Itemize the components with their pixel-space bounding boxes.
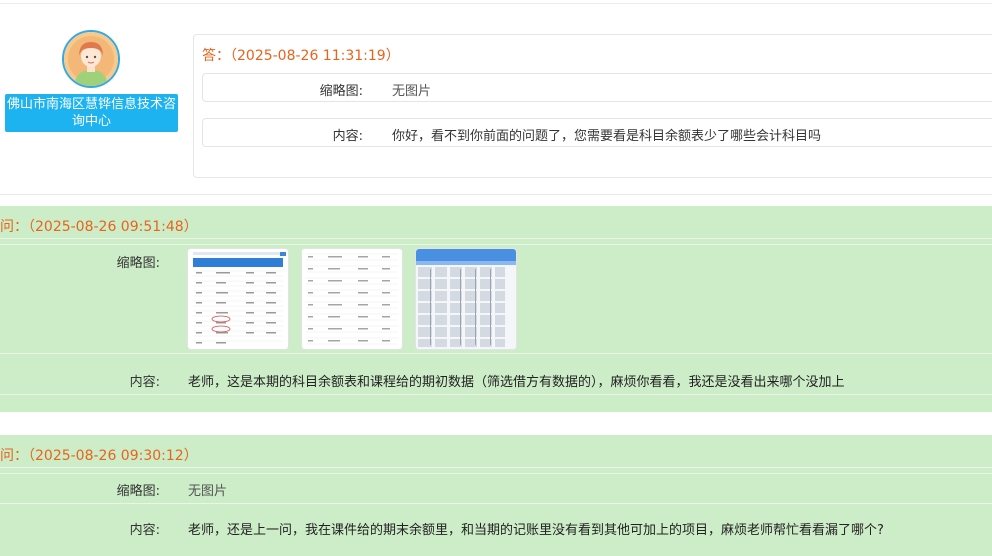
question-thumbnail-label: 缩略图: — [116, 256, 160, 271]
divider — [0, 473, 992, 474]
screenshot-thumbnail-1[interactable] — [188, 249, 288, 349]
answer-card: 答：（2025-08-26 11:31:19） 缩略图: 无图片 内容: 你好，… — [193, 34, 992, 178]
answer-content-label: 内容: — [332, 129, 363, 144]
spreadsheet-image-icon — [302, 249, 402, 349]
divider — [0, 467, 992, 468]
responder-org-badge: 佛山市南海区慧铧信息技术咨询中心 — [5, 94, 178, 132]
spreadsheet-image-icon — [416, 249, 516, 349]
question-thumbnail-label: 缩略图: — [116, 484, 160, 499]
block-spacer — [0, 412, 992, 435]
answer-header: 答：（2025-08-26 11:31:19） — [202, 48, 400, 64]
screenshot-thumbnail-2[interactable] — [302, 249, 402, 349]
divider — [0, 238, 992, 239]
question-header: 问：（2025-08-26 09:30:12） — [0, 448, 198, 464]
answer-block: 佛山市南海区慧铧信息技术咨询中心 答：（2025-08-26 11:31:19）… — [0, 4, 992, 195]
spreadsheet-image-icon — [188, 249, 288, 349]
question-content-value: 老师，这是本期的科目余额表和课程给的期初数据（筛选借方有数据的），麻烦你看看，我… — [188, 375, 845, 390]
answer-content-row: 内容: 你好，看不到你前面的问题了，您需要看是科目余额表少了哪些会计科目吗 — [202, 118, 992, 147]
divider — [0, 503, 992, 504]
question-header: 问：（2025-08-26 09:51:48） — [0, 219, 198, 235]
question-content-label: 内容: — [129, 375, 160, 390]
answer-thumbnail-row: 缩略图: 无图片 — [202, 73, 992, 102]
question-block-1: 问：（2025-08-26 09:51:48） 缩略图: 内容: 老师，这是本期… — [0, 206, 992, 412]
answer-thumbnail-value: 无图片 — [392, 84, 432, 99]
screenshot-thumbnail-3[interactable] — [416, 249, 516, 349]
question-content-label: 内容: — [129, 523, 160, 538]
answer-content-value: 你好，看不到你前面的问题了，您需要看是科目余额表少了哪些会计科目吗 — [392, 129, 822, 144]
avatar — [62, 30, 120, 88]
divider — [0, 394, 992, 395]
question-block-2: 问：（2025-08-26 09:30:12） 缩略图: 无图片 内容: 老师，… — [0, 435, 992, 556]
qa-thread-page: 佛山市南海区慧铧信息技术咨询中心 答：（2025-08-26 11:31:19）… — [0, 0, 992, 556]
answer-thumbnail-label: 缩略图: — [319, 84, 363, 99]
avatar-illustration-icon — [64, 32, 118, 86]
question-thumbnail-value: 无图片 — [188, 484, 228, 499]
divider — [0, 244, 992, 245]
divider — [0, 353, 992, 354]
question-content-value: 老师，还是上一问，我在课件给的期末余额里，和当期的记账里没有看到其他可加上的项目… — [188, 523, 884, 538]
